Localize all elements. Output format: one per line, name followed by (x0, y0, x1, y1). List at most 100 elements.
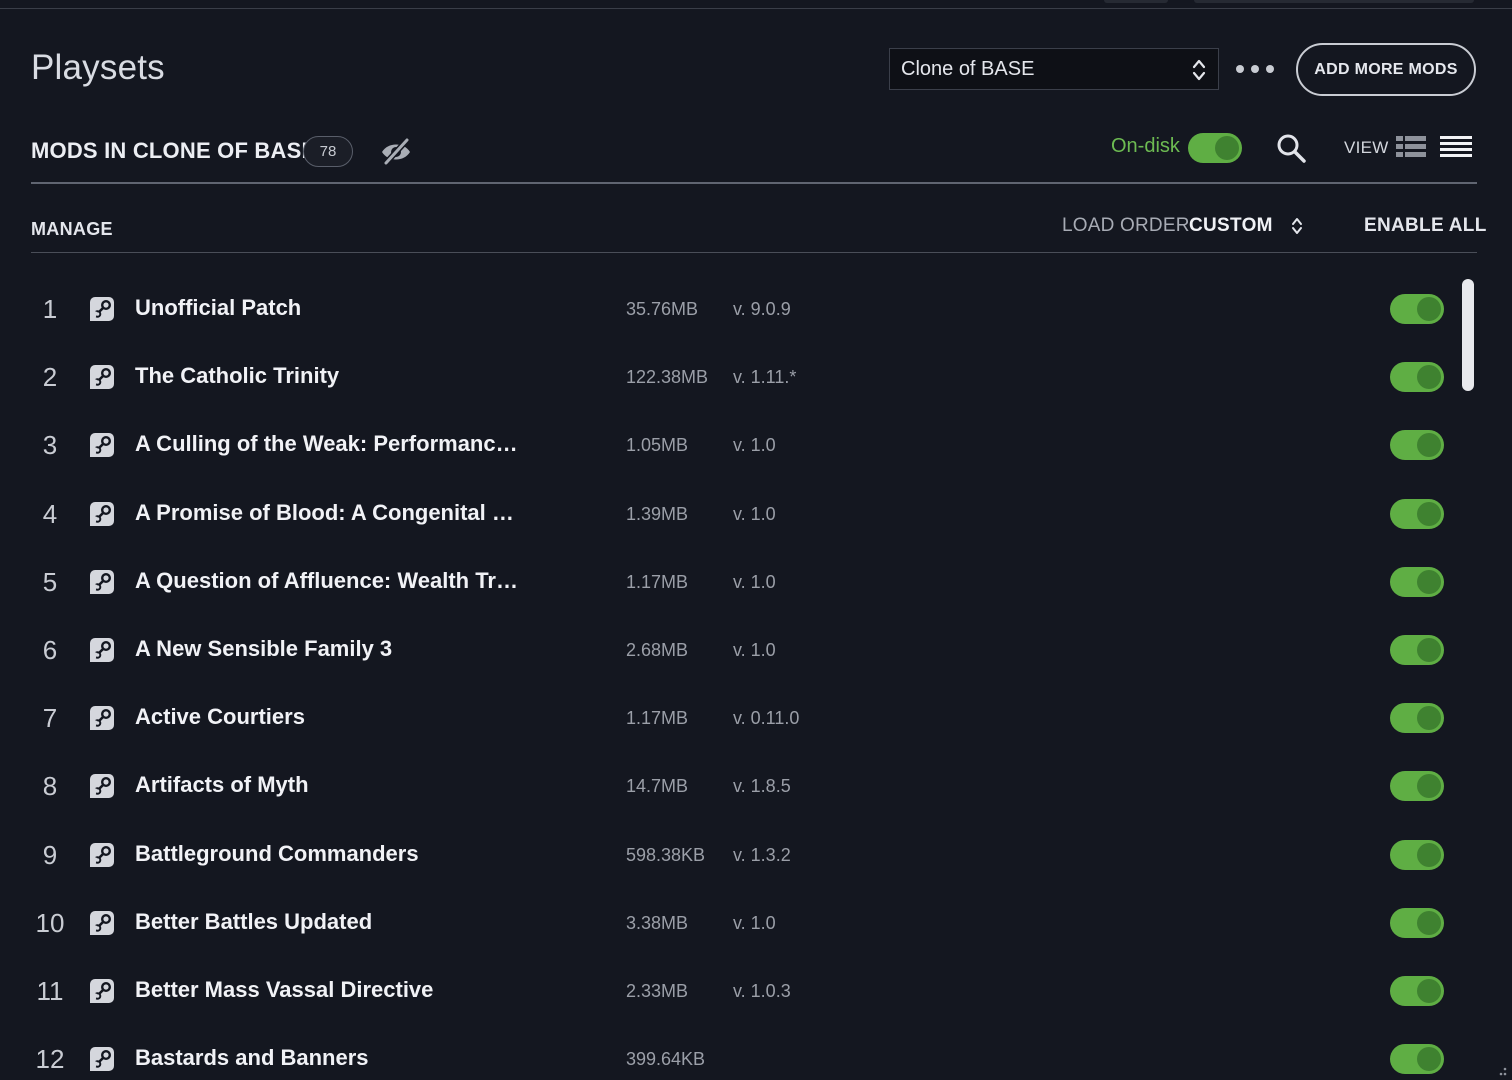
mod-size: 35.76MB (626, 299, 699, 319)
mod-version: v. 9.0.9 (733, 299, 791, 319)
mod-version: v. 1.3.2 (733, 845, 791, 865)
add-more-mods-button[interactable]: ADD MORE MODS (1296, 43, 1476, 96)
mod-size: 1.17MB (626, 572, 689, 592)
mod-enable-toggle[interactable] (1390, 635, 1444, 665)
mod-version: v. 0.11.0 (733, 708, 800, 728)
mod-row[interactable]: 6 A New Sensible Family 3 2.68MB v. 1.0 (0, 617, 1460, 685)
mod-enable-toggle[interactable] (1390, 976, 1444, 1006)
mod-index: 7 (42, 703, 58, 733)
steam-icon (90, 843, 114, 867)
mod-name: Active Courtiers (135, 704, 305, 729)
mod-row[interactable]: 7 Active Courtiers 1.17MB v. 0.11.0 (0, 685, 1460, 753)
mod-version: v. 1.0.3 (733, 981, 791, 1001)
mod-row[interactable]: 12 Bastards and Banners 399.64KB (0, 1026, 1460, 1080)
mod-row[interactable]: 1 Unofficial Patch 35.76MB v. 9.0.9 (0, 276, 1460, 344)
manage-button[interactable]: MANAGE (31, 219, 113, 240)
playsets-page: Playsets Clone of BASE ADD MORE MODS MOD… (0, 0, 1512, 1080)
mod-enable-toggle[interactable] (1390, 294, 1444, 324)
mod-row[interactable]: 11 Better Mass Vassal Directive 2.33MB v… (0, 958, 1460, 1026)
mod-name: Better Mass Vassal Directive (135, 977, 434, 1002)
mod-size: 1.17MB (626, 708, 689, 728)
dot (1251, 65, 1259, 73)
mod-enable-toggle[interactable] (1390, 703, 1444, 733)
load-order-select[interactable]: CUSTOM (1189, 213, 1303, 239)
top-tab-stub (1104, 0, 1168, 3)
dot (1266, 65, 1274, 73)
search-icon[interactable] (1275, 132, 1307, 164)
section-divider (31, 182, 1477, 184)
mod-version: v. 1.0 (733, 913, 776, 933)
mod-enable-toggle[interactable] (1390, 362, 1444, 392)
mod-name: Artifacts of Myth (135, 772, 309, 797)
mod-count-badge: 78 (303, 136, 353, 167)
mod-enable-toggle[interactable] (1390, 908, 1444, 938)
list-divider (31, 252, 1477, 253)
mod-row[interactable]: 10 Better Battles Updated 3.38MB v. 1.0 (0, 890, 1460, 958)
steam-icon (90, 433, 114, 457)
mod-name: A Culling of the Weak: Performanc… (135, 431, 518, 456)
mod-size: 3.38MB (626, 913, 689, 933)
view-detailed-list-icon[interactable] (1396, 135, 1426, 159)
enable-all-button[interactable]: ENABLE ALL (1364, 215, 1487, 237)
mod-row[interactable]: 8 Artifacts of Myth 14.7MB v. 1.8.5 (0, 753, 1460, 821)
mod-version: v. 1.11.* (733, 367, 797, 387)
mod-index: 12 (35, 1044, 65, 1074)
steam-icon (90, 1047, 114, 1071)
mod-index: 10 (35, 908, 65, 938)
mod-enable-toggle[interactable] (1390, 1044, 1444, 1074)
window-top-border (0, 0, 1512, 9)
mod-row[interactable]: 9 Battleground Commanders 598.38KB v. 1.… (0, 822, 1460, 890)
steam-icon (90, 638, 114, 662)
mod-index: 1 (42, 294, 58, 324)
mod-enable-toggle[interactable] (1390, 430, 1444, 460)
mod-enable-toggle[interactable] (1390, 771, 1444, 801)
eye-slash-icon[interactable] (380, 136, 412, 166)
steam-icon (90, 297, 114, 321)
steam-icon (90, 979, 114, 1003)
mod-name: Bastards and Banners (135, 1045, 369, 1070)
steam-icon (90, 706, 114, 730)
mod-size: 399.64KB (626, 1049, 706, 1069)
playset-select-value: Clone of BASE (901, 57, 1035, 80)
mod-size: 598.38KB (626, 845, 706, 865)
steam-icon (90, 774, 114, 798)
mod-index: 11 (36, 976, 64, 1006)
playset-select[interactable]: Clone of BASE (889, 48, 1219, 90)
mod-enable-toggle[interactable] (1390, 567, 1444, 597)
mod-size: 1.39MB (626, 504, 689, 524)
mod-index: 8 (42, 771, 58, 801)
mod-name: A New Sensible Family 3 (135, 636, 393, 661)
mod-name: The Catholic Trinity (135, 363, 340, 388)
mod-size: 1.05MB (626, 435, 689, 455)
steam-icon (90, 365, 114, 389)
mod-enable-toggle[interactable] (1390, 499, 1444, 529)
mod-index: 5 (42, 567, 58, 597)
mod-row[interactable]: 5 A Question of Affluence: Wealth Tr… 1.… (0, 549, 1460, 617)
steam-icon (90, 570, 114, 594)
mod-version: v. 1.0 (733, 640, 776, 660)
resize-grip-icon[interactable] (1494, 1064, 1508, 1078)
steam-icon (90, 502, 114, 526)
mod-index: 2 (42, 362, 58, 392)
view-compact-list-icon[interactable] (1440, 135, 1472, 159)
more-options-button[interactable] (1236, 58, 1274, 80)
mod-enable-toggle[interactable] (1390, 840, 1444, 870)
mod-version: v. 1.0 (733, 504, 776, 524)
ondisk-toggle[interactable] (1188, 133, 1242, 163)
mod-size: 2.68MB (626, 640, 689, 660)
view-label: VIEW (1344, 138, 1389, 157)
page-title: Playsets (31, 48, 165, 87)
mod-index: 6 (42, 635, 58, 665)
updown-chevron-icon (1291, 218, 1302, 234)
mod-name: Unofficial Patch (135, 295, 302, 320)
scrollbar-thumb[interactable] (1462, 279, 1474, 391)
mod-index: 9 (42, 840, 58, 870)
mod-row[interactable]: 2 The Catholic Trinity 122.38MB v. 1.11.… (0, 344, 1460, 412)
dot (1236, 65, 1244, 73)
mod-row[interactable]: 4 A Promise of Blood: A Congenital … 1.3… (0, 481, 1460, 549)
mod-index: 4 (42, 499, 58, 529)
mod-row[interactable]: 3 A Culling of the Weak: Performanc… 1.0… (0, 412, 1460, 480)
mod-name: Better Battles Updated (135, 909, 373, 934)
top-tab-stub (1194, 0, 1474, 3)
mods-heading: MODS IN CLONE OF BASE (31, 138, 317, 163)
